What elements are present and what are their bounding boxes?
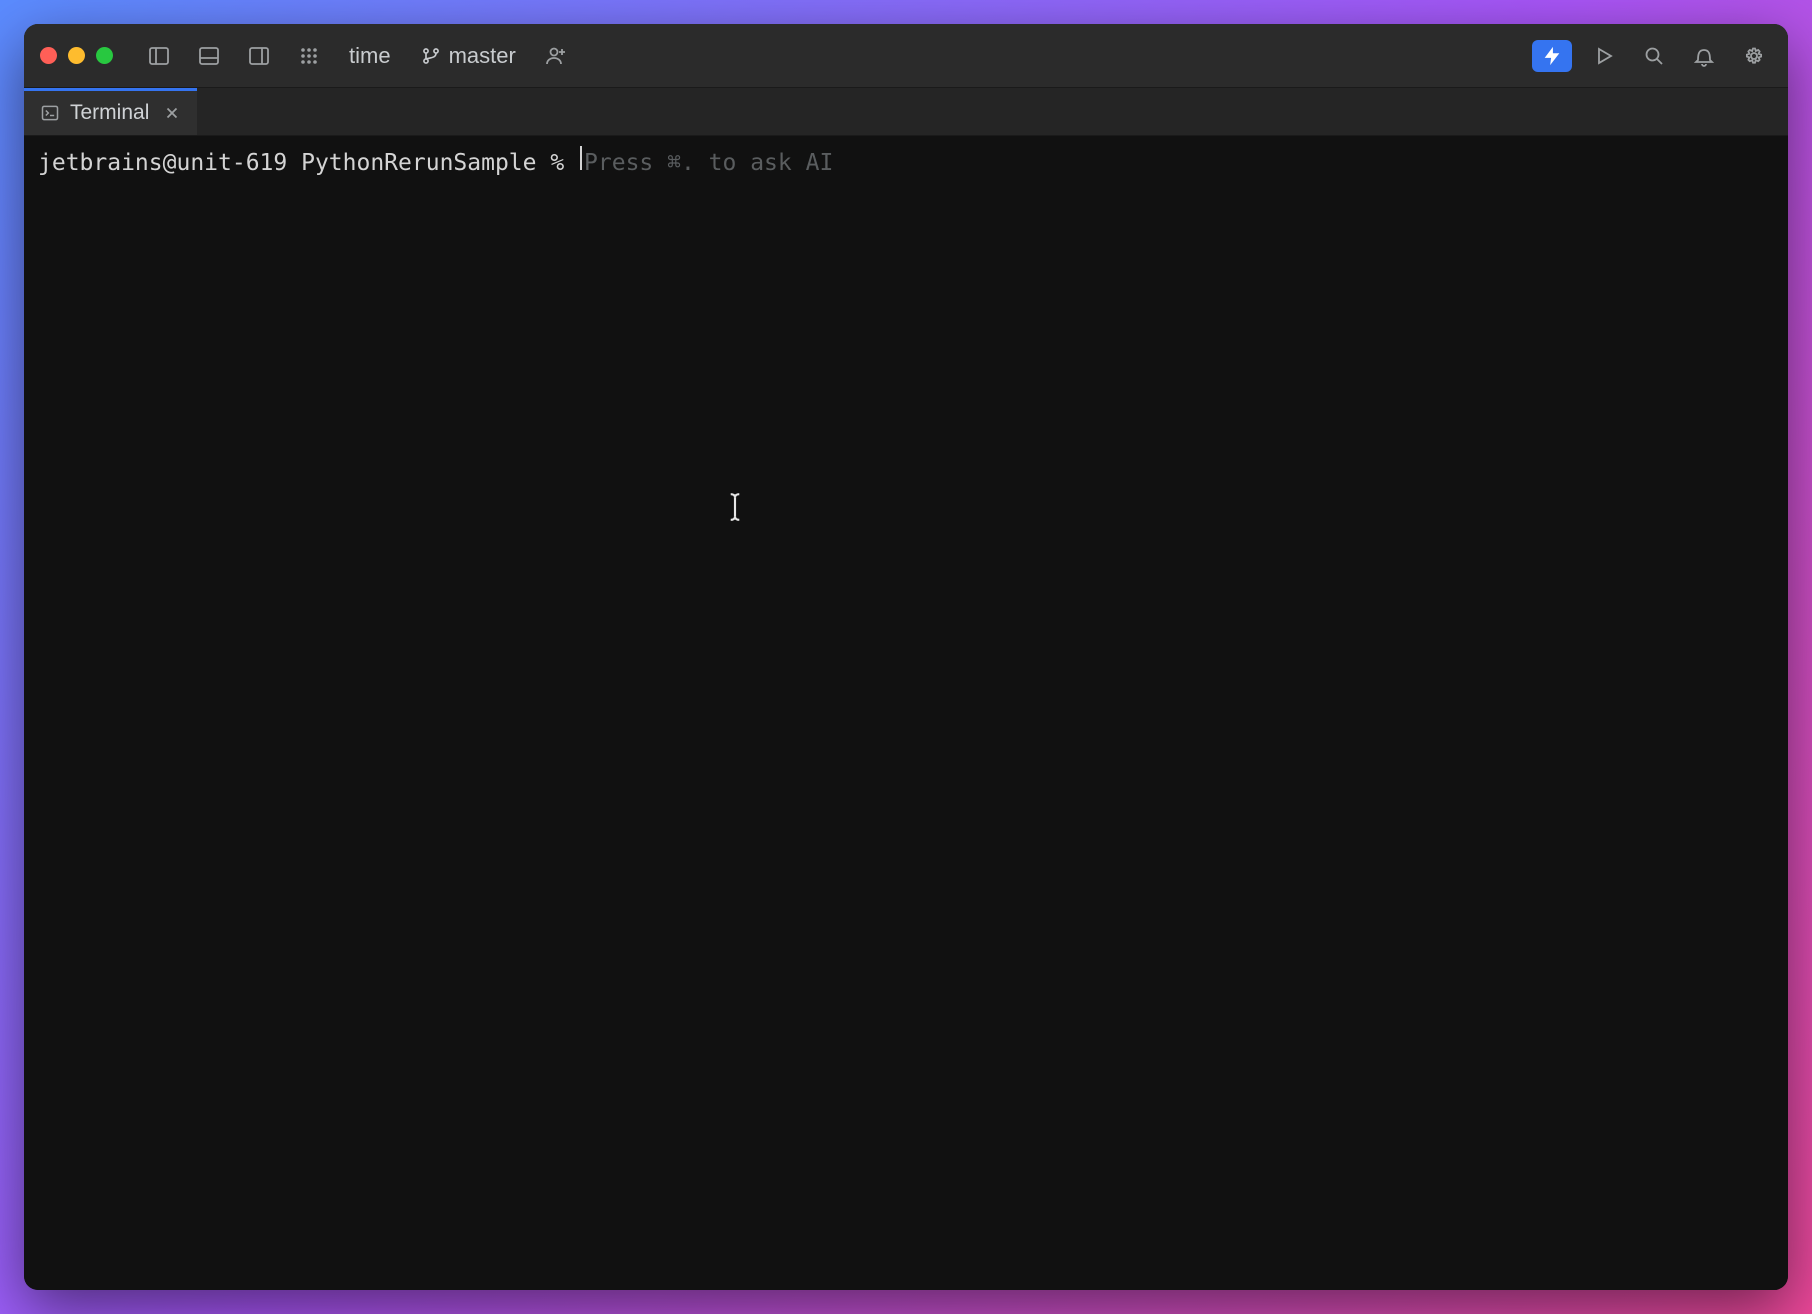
left-panel-toggle[interactable] (141, 38, 177, 74)
bell-icon (1692, 44, 1716, 68)
terminal-pane[interactable]: jetbrains@unit-619 PythonRerunSample % P… (24, 136, 1788, 1290)
notifications-button[interactable] (1686, 38, 1722, 74)
bottom-panel-icon (197, 44, 221, 68)
titlebar-right (1532, 38, 1772, 74)
maximize-window-button[interactable] (96, 47, 113, 64)
tab-label: Terminal (70, 101, 149, 125)
titlebar: time master (24, 24, 1788, 88)
right-panel-toggle[interactable] (241, 38, 277, 74)
traffic-lights (40, 47, 113, 64)
tab-terminal[interactable]: Terminal (24, 88, 197, 135)
tab-close-button[interactable] (163, 104, 181, 122)
bottom-panel-toggle[interactable] (191, 38, 227, 74)
close-window-button[interactable] (40, 47, 57, 64)
terminal-icon (40, 103, 60, 123)
titlebar-left: time master (40, 38, 574, 74)
run-icon (1592, 44, 1616, 68)
tab-close-icon (163, 103, 181, 123)
terminal-caret (580, 146, 582, 170)
ai-bolt-icon (1541, 45, 1563, 67)
app-window: time master (24, 24, 1788, 1290)
search-button[interactable] (1636, 38, 1672, 74)
settings-button[interactable] (1736, 38, 1772, 74)
grid-menu-button[interactable] (291, 38, 327, 74)
terminal-ghost-hint: Press ⌘. to ask AI (584, 147, 833, 179)
minimize-window-button[interactable] (68, 47, 85, 64)
terminal-line: jetbrains@unit-619 PythonRerunSample % P… (38, 146, 1774, 179)
project-name[interactable]: time (341, 43, 399, 69)
vcs-branch[interactable]: master (413, 43, 524, 69)
terminal-prompt: jetbrains@unit-619 PythonRerunSample % (38, 147, 578, 179)
gear-icon (1742, 44, 1766, 68)
run-button[interactable] (1586, 38, 1622, 74)
add-person-icon (544, 44, 568, 68)
grid-icon (297, 44, 321, 68)
left-panel-icon (147, 44, 171, 68)
branch-icon (421, 46, 441, 66)
add-collaborator-button[interactable] (538, 38, 574, 74)
ai-assistant-button[interactable] (1532, 40, 1572, 72)
right-panel-icon (247, 44, 271, 68)
project-name-label: time (349, 43, 391, 69)
text-cursor-icon (724, 492, 746, 522)
branch-label: master (449, 43, 516, 69)
tab-bar: Terminal (24, 88, 1788, 136)
search-icon (1642, 44, 1666, 68)
